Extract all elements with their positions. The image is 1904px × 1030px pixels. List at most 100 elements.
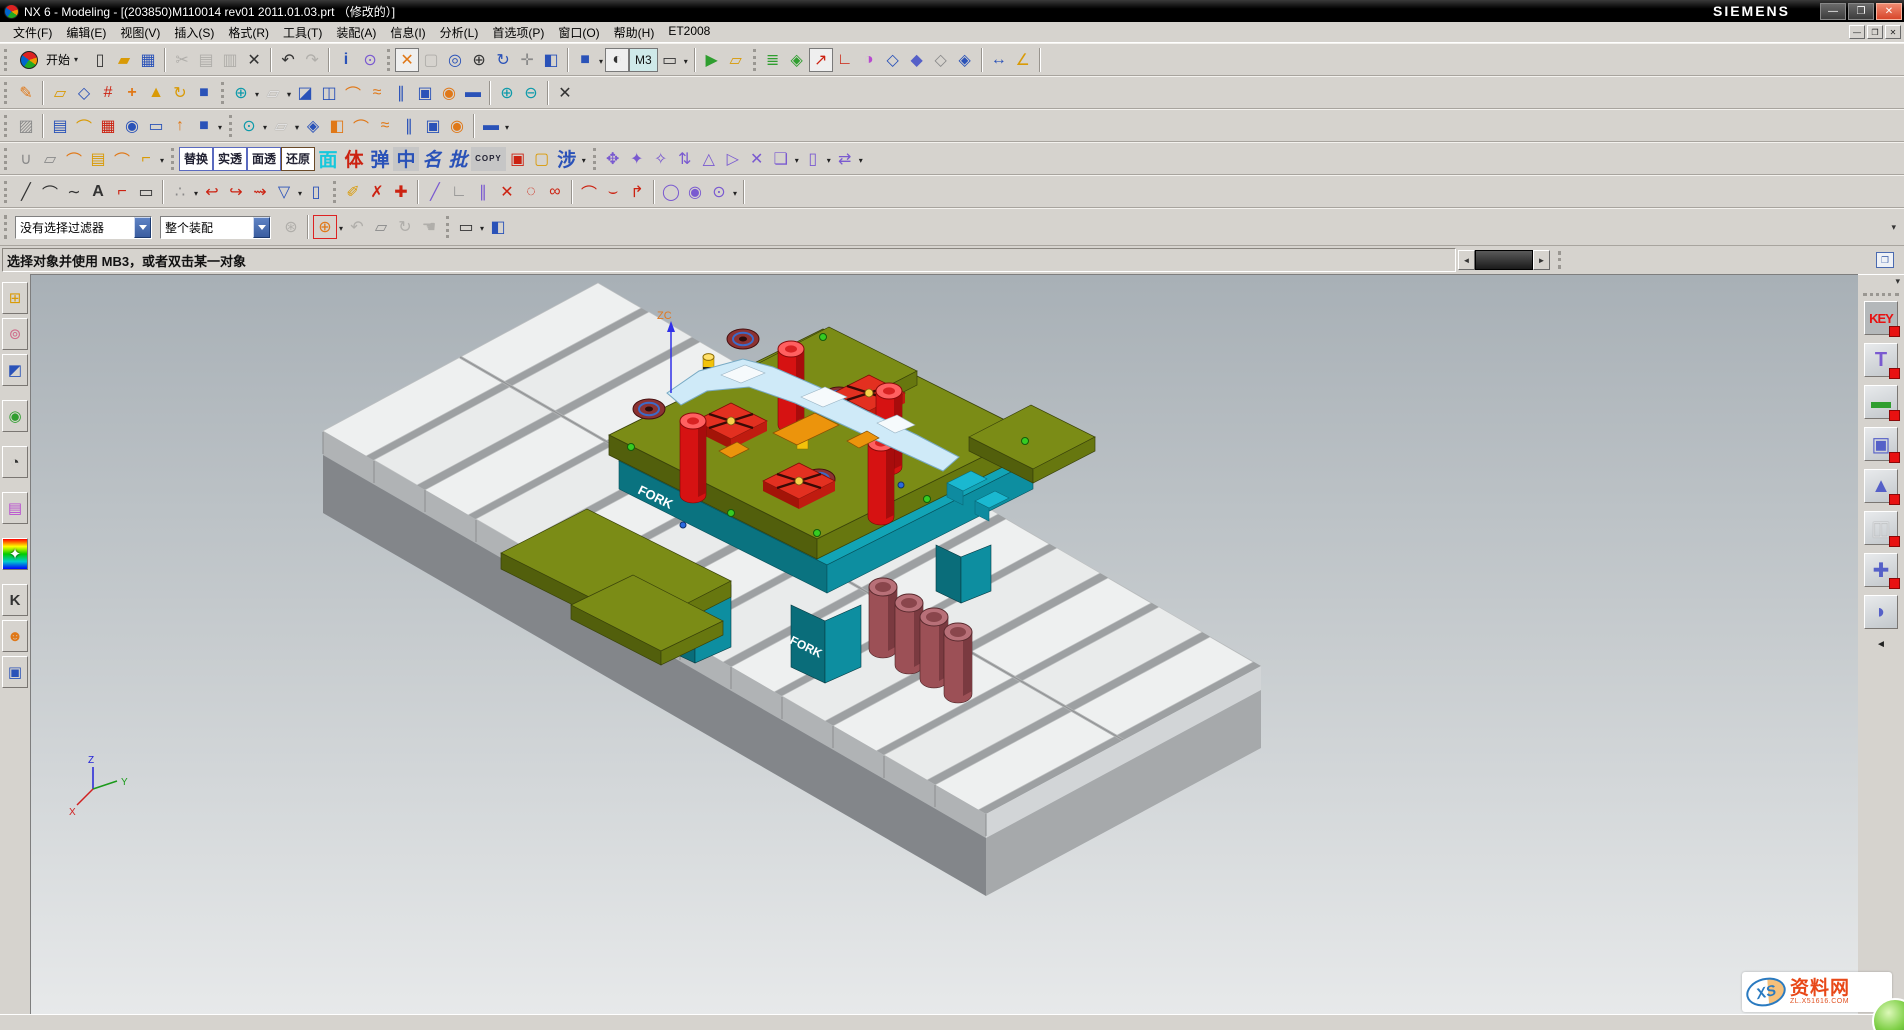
hand-icon[interactable]: ☚ (417, 215, 441, 239)
toolbar-options-icon[interactable]: ▾ (1891, 222, 1896, 233)
pocket-icon[interactable]: ▣ (413, 81, 437, 105)
constraint-navigator-icon[interactable]: ⊚ (2, 318, 28, 350)
csys2-icon[interactable]: ∟ (447, 180, 471, 204)
windows-icon[interactable]: ▣ (2, 656, 28, 688)
elbow-thumb[interactable]: ◗ (1864, 595, 1898, 629)
t-punch-thumb[interactable]: T (1864, 343, 1898, 377)
dropdown-arrow[interactable]: ▾ (194, 189, 198, 198)
flange-icon[interactable]: ≈ (365, 81, 389, 105)
dropdown-arrow[interactable]: ▾ (255, 90, 259, 99)
trim-body-icon[interactable]: ◪ (293, 81, 317, 105)
retainer-thumb[interactable]: ▣ (1864, 427, 1898, 461)
history-icon[interactable]: ◔ (2, 446, 28, 478)
minimize-button[interactable]: — (1820, 3, 1846, 20)
tab-icon[interactable]: ▣ (421, 114, 445, 138)
dropdown-arrow[interactable]: ▾ (582, 156, 586, 165)
palettes-icon[interactable]: ▤ (2, 492, 28, 524)
show-hide-icon[interactable]: ◇ (881, 48, 905, 72)
red-cube-icon[interactable]: ▣ (506, 147, 530, 171)
face-char-button[interactable]: 面 (315, 147, 341, 171)
ellipse-icon[interactable]: ∞ (543, 180, 567, 204)
replace-button[interactable]: 替换 (179, 147, 213, 171)
text-icon[interactable]: A (86, 180, 110, 204)
menu-help[interactable]: 帮助(H) (607, 22, 662, 43)
dropdown-arrow[interactable]: ▾ (263, 123, 267, 132)
circle2-icon[interactable]: ◉ (683, 180, 707, 204)
dropdown-arrow[interactable]: ▾ (859, 156, 863, 165)
component-list-icon[interactable]: ▯▾ (801, 147, 825, 171)
undo-grey-icon[interactable]: ↶ (345, 215, 369, 239)
rotate-point-icon[interactable]: ↻ (393, 215, 417, 239)
trim-curve-icon[interactable]: ✕ (553, 81, 577, 105)
swept-icon[interactable]: ∪ (14, 147, 38, 171)
scroll-left-button[interactable]: ◄ (1458, 250, 1475, 270)
dropdown-arrow[interactable]: ▾ (827, 156, 831, 165)
sheet-bend-icon[interactable]: ⌒ (349, 114, 373, 138)
selection-scope-dropdown[interactable]: 整个装配 (160, 216, 271, 239)
corner-arc-icon[interactable]: ↱ (625, 180, 649, 204)
punch-thumb[interactable]: ◫ (1864, 511, 1898, 545)
dimple-icon[interactable]: ◉ (445, 114, 469, 138)
channel-icon[interactable]: ∥ (397, 114, 421, 138)
dropdown-arrow[interactable]: ▾ (505, 123, 509, 132)
dropdown-arrow[interactable]: ▾ (295, 123, 299, 132)
cross-post-thumb[interactable]: ✚ (1864, 553, 1898, 587)
render-style-icon[interactable]: ◐ (605, 48, 629, 72)
selection-filter-dropdown[interactable]: 没有选择过滤器 (15, 216, 152, 239)
cube-view-icon[interactable]: ◧ (486, 215, 510, 239)
face-hole-icon[interactable]: ◉ (120, 114, 144, 138)
journal-icon[interactable]: K (2, 584, 28, 616)
dropdown-arrow[interactable]: ▾ (339, 224, 343, 233)
close-button[interactable]: ✕ (1876, 3, 1902, 20)
dropdown-arrow[interactable]: ▾ (160, 156, 164, 165)
immediate-hide-icon[interactable]: ◆ (905, 48, 929, 72)
plate-thumb[interactable]: ▲ (1864, 469, 1898, 503)
chevron-down-icon[interactable] (134, 217, 151, 238)
menu-file[interactable]: 文件(F) (6, 22, 59, 43)
interference-char-button[interactable]: 涉▾ (554, 147, 580, 171)
key-template-button[interactable]: KEY (1864, 301, 1898, 335)
chamfer-icon[interactable]: ⌐ (110, 180, 134, 204)
snap-point-icon[interactable]: ⊕▾ (313, 215, 337, 239)
menu-et2008[interactable]: ET2008 (661, 22, 717, 43)
face-bend-icon[interactable]: ⌒ (72, 114, 96, 138)
shell-icon[interactable]: ▤ (48, 114, 72, 138)
surface-curve-icon[interactable]: ▽▾ (272, 180, 296, 204)
circle3-icon[interactable]: ⊙▾ (707, 180, 731, 204)
visualization-icon[interactable]: ✦ (2, 538, 28, 570)
dropdown-arrow[interactable]: ▾ (733, 189, 737, 198)
pattern-component-icon[interactable]: ⇅ (673, 147, 697, 171)
spline-icon[interactable]: ∼ (62, 180, 86, 204)
offset-face-icon[interactable]: ◈ (301, 114, 325, 138)
block-icon[interactable]: ■ (192, 81, 216, 105)
model-canvas[interactable]: FORK FORK (31, 275, 1858, 1014)
arc2-icon[interactable]: ⌒ (577, 180, 601, 204)
orient-view-icon[interactable]: ▶ (700, 48, 724, 72)
n-sided-icon[interactable]: ▱ (38, 147, 62, 171)
menu-preferences[interactable]: 首选项(P) (485, 22, 551, 43)
menu-format[interactable]: 格式(R) (221, 22, 276, 43)
solid-punch-icon[interactable]: ▬▾ (479, 114, 503, 138)
eraser-icon[interactable]: ▱ (369, 215, 393, 239)
contour-flange-icon[interactable]: ≈ (373, 114, 397, 138)
center-char-button[interactable]: 中 (393, 147, 419, 171)
hide-icon[interactable]: ◇ (929, 48, 953, 72)
copy-button[interactable]: COPY (471, 147, 506, 171)
mdi-close-button[interactable]: ✕ (1885, 25, 1901, 39)
delete-component-icon[interactable]: ✕ (745, 147, 769, 171)
cross-icon[interactable]: ✕ (495, 180, 519, 204)
wcs-display-icon[interactable]: ↗ (809, 48, 833, 72)
zoom-box-icon[interactable]: ▢ (419, 48, 443, 72)
intersection-curve-icon[interactable]: ✗ (365, 180, 389, 204)
helper-icon[interactable]: ✐ (341, 180, 365, 204)
body-char-button[interactable]: 体 (341, 147, 367, 171)
dotted-circle-icon[interactable]: ◌ (519, 180, 543, 204)
batch-char-button[interactable]: 批 (445, 147, 471, 171)
select-rect-icon[interactable]: ▭▾ (454, 215, 478, 239)
web-browser-icon[interactable]: ◉ (2, 400, 28, 432)
mirror-assembly-icon[interactable]: △ (697, 147, 721, 171)
zoom-in-out-icon[interactable]: ⊕ (467, 48, 491, 72)
palette-scroll-left-button[interactable]: ◄ (1876, 639, 1886, 650)
line-icon[interactable]: ╱ (14, 180, 38, 204)
info-icon[interactable]: i (334, 48, 358, 72)
